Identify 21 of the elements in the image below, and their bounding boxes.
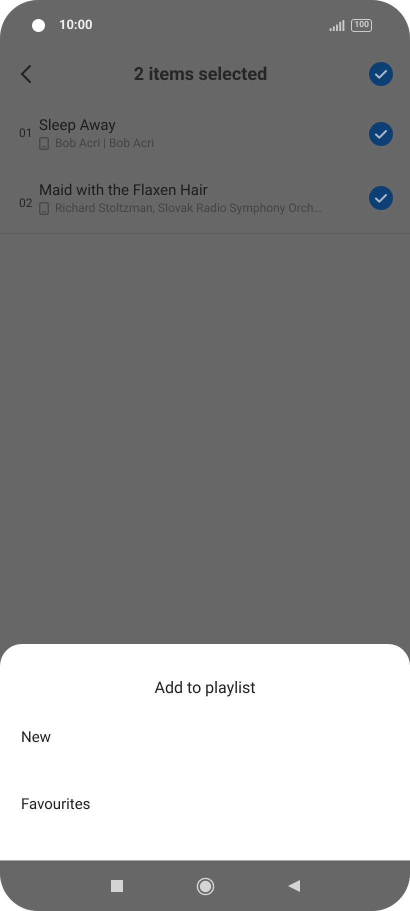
checkbox[interactable] — [369, 62, 393, 86]
recents-icon[interactable] — [110, 879, 124, 893]
playlist-option[interactable]: New — [0, 727, 410, 794]
back-icon[interactable] — [20, 64, 32, 84]
back-triangle-icon[interactable] — [286, 879, 300, 893]
track-number: 02 — [19, 196, 34, 210]
signal-icon — [329, 20, 346, 30]
sheet-title: Add to playlist — [154, 678, 256, 697]
song-title: Maid with the Flaxen Hair — [39, 181, 209, 199]
clock: 10:00 — [59, 18, 92, 32]
checkbox[interactable] — [369, 186, 393, 210]
playlist-option[interactable]: Favourites — [0, 794, 410, 814]
phone-icon — [39, 136, 49, 150]
phone-icon — [39, 202, 49, 214]
battery-indicator: 100 — [351, 18, 372, 32]
song-title: Sleep Away — [39, 116, 117, 134]
checkbox[interactable] — [369, 122, 393, 146]
camera-dot-icon — [32, 18, 45, 32]
track-number: 01 — [19, 126, 34, 140]
page-title: 2 items selected — [132, 64, 268, 84]
home-icon[interactable] — [196, 876, 214, 896]
